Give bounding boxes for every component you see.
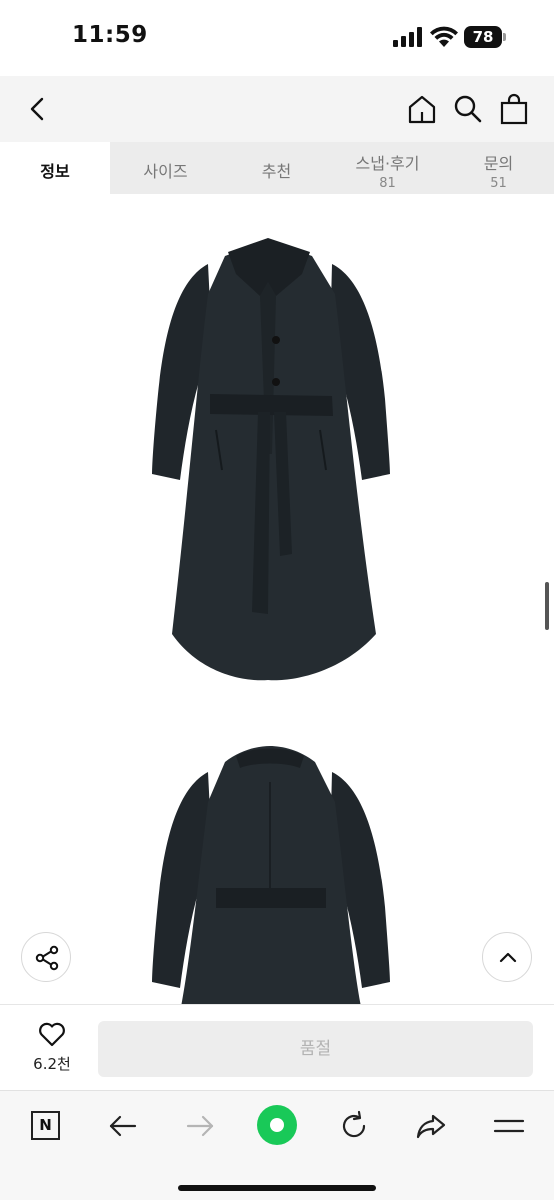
- scroll-indicator[interactable]: [545, 582, 549, 630]
- home-indicator: [178, 1185, 376, 1191]
- refresh-icon[interactable]: [337, 1109, 371, 1143]
- status-bar: 11:59 78: [0, 0, 554, 76]
- heart-icon: [39, 1022, 65, 1047]
- home-icon[interactable]: [406, 93, 438, 125]
- search-icon[interactable]: [452, 93, 484, 125]
- cellular-signal-icon: [393, 27, 422, 47]
- arrow-right-icon[interactable]: [183, 1109, 217, 1143]
- tab-recommend[interactable]: 추천: [221, 142, 332, 194]
- share-arrow-icon[interactable]: [414, 1109, 448, 1143]
- purchase-bar: 6.2천 품절: [0, 1004, 554, 1090]
- tab-inquiry-count: 51: [490, 176, 507, 191]
- tab-bar: 정보 사이즈 추천 스냅·후기 81 문의 51: [0, 142, 554, 194]
- tab-snap-review[interactable]: 스냅·후기 81: [332, 142, 443, 194]
- like-count: 6.2천: [33, 1055, 71, 1073]
- battery-tip: [503, 33, 506, 41]
- green-dot-button[interactable]: [257, 1105, 297, 1145]
- tab-size-label: 사이즈: [143, 162, 188, 181]
- share-icon: [35, 945, 59, 971]
- coat-back-image: [152, 746, 390, 1004]
- coat-front-image: [152, 238, 390, 681]
- app-header: [0, 76, 554, 142]
- tab-info[interactable]: 정보: [0, 142, 110, 194]
- chevron-up-icon: [499, 952, 517, 963]
- tab-recommend-label: 추천: [261, 162, 292, 181]
- bag-icon[interactable]: [498, 92, 530, 126]
- back-icon[interactable]: [22, 93, 54, 125]
- tab-size[interactable]: 사이즈: [110, 142, 221, 194]
- scroll-to-top-button[interactable]: [482, 932, 532, 982]
- share-button[interactable]: [21, 932, 71, 982]
- tab-inquiry-label: 문의: [483, 154, 514, 173]
- soldout-button[interactable]: 품절: [98, 1021, 533, 1077]
- tab-inquiry[interactable]: 문의 51: [443, 142, 554, 194]
- tab-snap-review-count: 81: [379, 176, 396, 191]
- battery-indicator: 78: [464, 26, 502, 48]
- tab-info-label: 정보: [40, 162, 70, 181]
- product-images: [0, 194, 554, 1004]
- arrow-left-icon[interactable]: [106, 1109, 140, 1143]
- menu-icon[interactable]: [492, 1109, 526, 1143]
- status-time: 11:59: [72, 22, 148, 48]
- like-button[interactable]: 6.2천: [24, 1021, 80, 1077]
- browser-toolbar: N: [0, 1090, 554, 1200]
- naver-icon[interactable]: N: [31, 1111, 60, 1140]
- wifi-icon: [430, 26, 458, 47]
- tab-snap-review-label: 스냅·후기: [355, 154, 420, 173]
